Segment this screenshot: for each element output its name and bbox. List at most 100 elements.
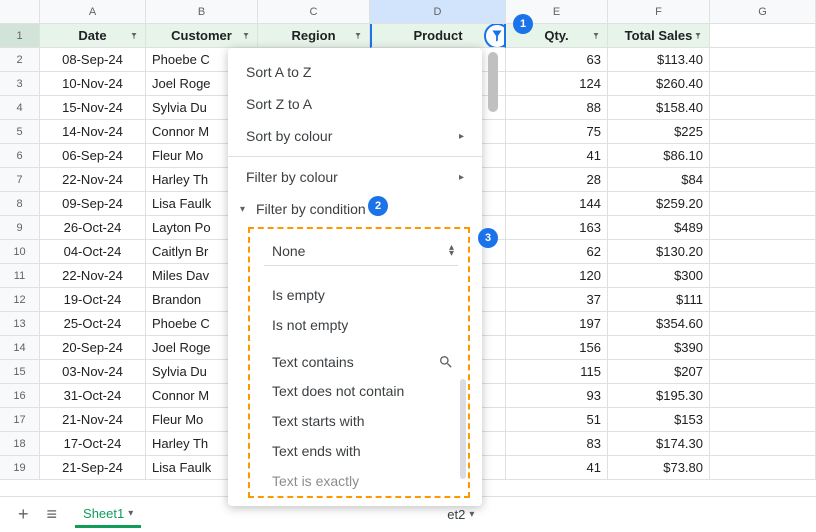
col-header-G[interactable]: G bbox=[710, 0, 816, 24]
filter-by-condition[interactable]: Filter by condition bbox=[228, 193, 482, 225]
cell-total[interactable]: $354.60 bbox=[608, 312, 710, 336]
col-header-F[interactable]: F bbox=[608, 0, 710, 24]
cell-date[interactable]: 04-Oct-24 bbox=[40, 240, 146, 264]
filter-icon[interactable] bbox=[127, 29, 141, 43]
cell-empty[interactable] bbox=[710, 168, 816, 192]
cell-date[interactable]: 22-Nov-24 bbox=[40, 168, 146, 192]
cell-qty[interactable]: 144 bbox=[506, 192, 608, 216]
header-cell-B[interactable]: Customer bbox=[146, 24, 258, 48]
cell-qty[interactable]: 197 bbox=[506, 312, 608, 336]
search-icon[interactable] bbox=[438, 354, 454, 370]
cond-opt-is-not-empty[interactable]: Is not empty bbox=[250, 310, 468, 340]
cell-date[interactable]: 21-Sep-24 bbox=[40, 456, 146, 480]
cell-qty[interactable]: 37 bbox=[506, 288, 608, 312]
col-header-B[interactable]: B bbox=[146, 0, 258, 24]
cell-empty[interactable] bbox=[710, 432, 816, 456]
cell-empty[interactable] bbox=[710, 264, 816, 288]
cell-qty[interactable]: 163 bbox=[506, 216, 608, 240]
cond-opt-is-empty[interactable]: Is empty bbox=[250, 280, 468, 310]
select-all-corner[interactable] bbox=[0, 0, 40, 24]
cell-empty[interactable] bbox=[710, 144, 816, 168]
filter-icon-active[interactable] bbox=[484, 24, 506, 48]
row-header-1[interactable]: 1 bbox=[0, 24, 40, 48]
cell-date[interactable]: 25-Oct-24 bbox=[40, 312, 146, 336]
col-header-C[interactable]: C bbox=[258, 0, 370, 24]
cell-qty[interactable]: 120 bbox=[506, 264, 608, 288]
filter-icon[interactable] bbox=[691, 29, 705, 43]
cell-total[interactable]: $390 bbox=[608, 336, 710, 360]
row-header-7[interactable]: 7 bbox=[0, 168, 40, 192]
cell-qty[interactable]: 28 bbox=[506, 168, 608, 192]
all-sheets-button[interactable]: ≡ bbox=[47, 504, 58, 525]
cell-total[interactable]: $130.20 bbox=[608, 240, 710, 264]
header-cell-C[interactable]: Region bbox=[258, 24, 370, 48]
condition-scrollbar[interactable] bbox=[460, 379, 466, 479]
cell-total[interactable]: $158.40 bbox=[608, 96, 710, 120]
col-header-D[interactable]: D bbox=[370, 0, 506, 24]
cell-qty[interactable]: 115 bbox=[506, 360, 608, 384]
cell-total[interactable]: $207 bbox=[608, 360, 710, 384]
row-header-10[interactable]: 10 bbox=[0, 240, 40, 264]
cell-empty[interactable] bbox=[710, 192, 816, 216]
cell-qty[interactable]: 62 bbox=[506, 240, 608, 264]
cell-empty[interactable] bbox=[710, 384, 816, 408]
cell-date[interactable]: 15-Nov-24 bbox=[40, 96, 146, 120]
cell-total[interactable]: $111 bbox=[608, 288, 710, 312]
sort-z-to-a[interactable]: Sort Z to A bbox=[228, 88, 482, 120]
header-cell-A[interactable]: Date bbox=[40, 24, 146, 48]
cell-date[interactable]: 10-Nov-24 bbox=[40, 72, 146, 96]
cell-date[interactable]: 21-Nov-24 bbox=[40, 408, 146, 432]
cond-opt-text-not-contain[interactable]: Text does not contain bbox=[250, 376, 468, 406]
condition-select[interactable]: None ▴▾ bbox=[264, 237, 458, 266]
cell-total[interactable]: $84 bbox=[608, 168, 710, 192]
cell-qty[interactable]: 75 bbox=[506, 120, 608, 144]
cell-qty[interactable]: 63 bbox=[506, 48, 608, 72]
cell-empty[interactable] bbox=[710, 408, 816, 432]
cell-total[interactable]: $153 bbox=[608, 408, 710, 432]
cell-total[interactable]: $113.40 bbox=[608, 48, 710, 72]
row-header-16[interactable]: 16 bbox=[0, 384, 40, 408]
cell-empty[interactable] bbox=[710, 456, 816, 480]
row-header-17[interactable]: 17 bbox=[0, 408, 40, 432]
cell-total[interactable]: $489 bbox=[608, 216, 710, 240]
sheet-tab-1[interactable]: Sheet1▾ bbox=[75, 502, 141, 528]
cell-date[interactable]: 03-Nov-24 bbox=[40, 360, 146, 384]
cell-empty[interactable] bbox=[710, 360, 816, 384]
cell-empty[interactable] bbox=[710, 72, 816, 96]
row-header-8[interactable]: 8 bbox=[0, 192, 40, 216]
header-cell-D[interactable]: Product bbox=[370, 24, 506, 48]
cell-total[interactable]: $259.20 bbox=[608, 192, 710, 216]
cell-empty[interactable] bbox=[710, 216, 816, 240]
sort-a-to-z[interactable]: Sort A to Z bbox=[228, 56, 482, 88]
cell-total[interactable]: $73.80 bbox=[608, 456, 710, 480]
add-sheet-button[interactable]: + bbox=[18, 504, 29, 525]
cell-total[interactable]: $260.40 bbox=[608, 72, 710, 96]
cond-opt-text-contains[interactable]: Text contains bbox=[272, 354, 354, 370]
row-header-11[interactable]: 11 bbox=[0, 264, 40, 288]
cell-empty[interactable] bbox=[710, 312, 816, 336]
cell-G1[interactable] bbox=[710, 24, 816, 48]
menu-scrollbar[interactable] bbox=[488, 52, 498, 522]
row-header-3[interactable]: 3 bbox=[0, 72, 40, 96]
cell-qty[interactable]: 41 bbox=[506, 144, 608, 168]
row-header-13[interactable]: 13 bbox=[0, 312, 40, 336]
cell-total[interactable]: $86.10 bbox=[608, 144, 710, 168]
sort-by-colour[interactable]: Sort by colour▸ bbox=[228, 120, 482, 152]
cell-qty[interactable]: 93 bbox=[506, 384, 608, 408]
cell-qty[interactable]: 88 bbox=[506, 96, 608, 120]
cell-empty[interactable] bbox=[710, 288, 816, 312]
col-header-A[interactable]: A bbox=[40, 0, 146, 24]
filter-icon[interactable] bbox=[589, 29, 603, 43]
row-header-9[interactable]: 9 bbox=[0, 216, 40, 240]
cell-date[interactable]: 14-Nov-24 bbox=[40, 120, 146, 144]
row-header-19[interactable]: 19 bbox=[0, 456, 40, 480]
cell-empty[interactable] bbox=[710, 336, 816, 360]
cond-opt-text-ends-with[interactable]: Text ends with bbox=[250, 436, 468, 466]
cell-qty[interactable]: 83 bbox=[506, 432, 608, 456]
cell-qty[interactable]: 156 bbox=[506, 336, 608, 360]
cell-date[interactable]: 31-Oct-24 bbox=[40, 384, 146, 408]
sheet-tab-2[interactable]: et2▾ bbox=[439, 503, 482, 526]
cond-opt-text-exactly[interactable]: Text is exactly bbox=[250, 466, 468, 496]
filter-icon[interactable] bbox=[239, 29, 253, 43]
cell-total[interactable]: $174.30 bbox=[608, 432, 710, 456]
